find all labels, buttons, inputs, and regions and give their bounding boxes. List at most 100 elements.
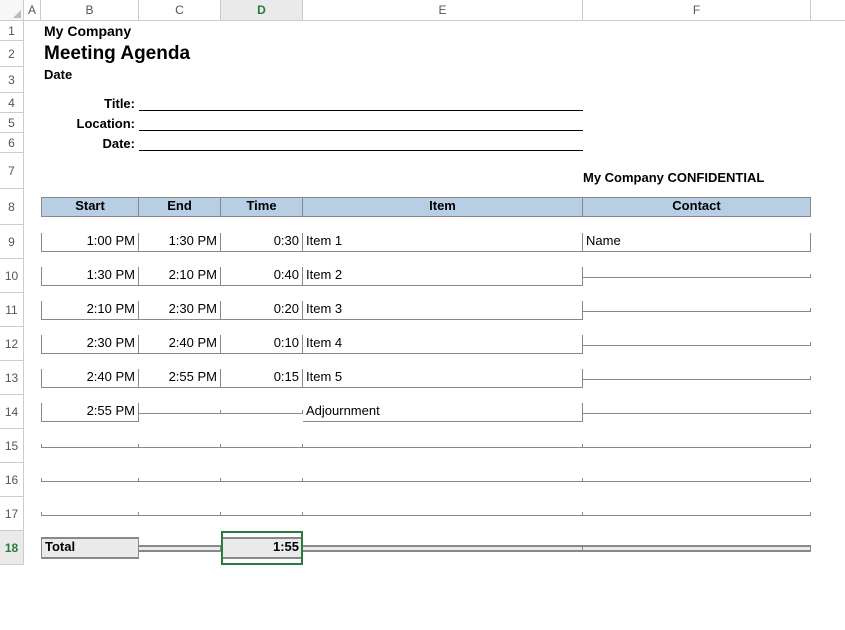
- row-4[interactable]: 4 Title:: [0, 93, 845, 113]
- row-header[interactable]: 6: [0, 133, 24, 153]
- cell-contact[interactable]: [583, 512, 811, 516]
- total-item-cell[interactable]: [303, 545, 583, 552]
- total-contact-cell[interactable]: [583, 545, 811, 552]
- cell-time[interactable]: 0:20: [221, 301, 303, 320]
- cell-end[interactable]: 2:55 PM: [139, 369, 221, 388]
- cell-contact[interactable]: [583, 478, 811, 482]
- col-header-B[interactable]: B: [41, 0, 139, 20]
- row-10[interactable]: 101:30 PM2:10 PM0:40Item 2: [0, 259, 845, 293]
- cell-time[interactable]: [221, 478, 303, 482]
- cell-item[interactable]: Item 5: [303, 369, 583, 388]
- row-header[interactable]: 16: [0, 463, 24, 497]
- cell-end[interactable]: 2:10 PM: [139, 267, 221, 286]
- cell-end[interactable]: 2:40 PM: [139, 335, 221, 354]
- col-header-F[interactable]: F: [583, 0, 811, 20]
- cell-time[interactable]: 0:15: [221, 369, 303, 388]
- cell-time[interactable]: 0:10: [221, 335, 303, 354]
- cell-contact[interactable]: [583, 376, 811, 380]
- row-header[interactable]: 7: [0, 153, 24, 189]
- row-1[interactable]: 1 My Company: [0, 21, 845, 41]
- row-18[interactable]: 18 Total 1:55: [0, 531, 845, 565]
- row-header[interactable]: 1: [0, 21, 24, 41]
- col-header-C[interactable]: C: [139, 0, 221, 20]
- cell-start[interactable]: [41, 512, 139, 516]
- row-header[interactable]: 5: [0, 113, 24, 133]
- row-header[interactable]: 3: [0, 67, 24, 93]
- col-header-D[interactable]: D: [221, 0, 303, 20]
- total-time-cell[interactable]: 1:55: [221, 537, 303, 559]
- row-header[interactable]: 9: [0, 225, 24, 259]
- cell-item[interactable]: Item 3: [303, 301, 583, 320]
- th-contact[interactable]: Contact: [583, 197, 811, 217]
- cell-end[interactable]: 1:30 PM: [139, 233, 221, 252]
- cell-contact[interactable]: [583, 274, 811, 278]
- row-header[interactable]: 17: [0, 497, 24, 531]
- field-line-title[interactable]: [139, 95, 583, 111]
- th-start[interactable]: Start: [41, 197, 139, 217]
- cell-time[interactable]: [221, 410, 303, 414]
- cell-start[interactable]: 2:30 PM: [41, 335, 139, 354]
- col-header-E[interactable]: E: [303, 0, 583, 20]
- total-label-cell[interactable]: Total: [41, 537, 139, 559]
- cell-item[interactable]: [303, 512, 583, 516]
- cell-contact[interactable]: [583, 444, 811, 448]
- row-header[interactable]: 12: [0, 327, 24, 361]
- cell-time[interactable]: 0:40: [221, 267, 303, 286]
- row-header[interactable]: 11: [0, 293, 24, 327]
- select-all-corner[interactable]: [0, 0, 24, 20]
- field-line-date[interactable]: [139, 135, 583, 151]
- cell-end[interactable]: [139, 512, 221, 516]
- row-3[interactable]: 3 Date: [0, 67, 845, 93]
- cell-start[interactable]: 1:00 PM: [41, 233, 139, 252]
- cell-start[interactable]: 1:30 PM: [41, 267, 139, 286]
- row-header[interactable]: 13: [0, 361, 24, 395]
- row-6[interactable]: 6 Date:: [0, 133, 845, 153]
- row-header[interactable]: 8: [0, 189, 24, 225]
- row-12[interactable]: 12 2:30 PM2:40 PM0:10Item 4: [0, 327, 845, 361]
- cell-item[interactable]: Adjournment: [303, 403, 583, 422]
- cell-contact[interactable]: [583, 410, 811, 414]
- row-5[interactable]: 5 Location:: [0, 113, 845, 133]
- row-header[interactable]: 18: [0, 531, 24, 565]
- cell-start[interactable]: 2:10 PM: [41, 301, 139, 320]
- cell-end[interactable]: [139, 478, 221, 482]
- field-line-location[interactable]: [139, 115, 583, 131]
- cell-contact[interactable]: [583, 308, 811, 312]
- th-time[interactable]: Time: [221, 197, 303, 217]
- cell-time[interactable]: [221, 444, 303, 448]
- row-header[interactable]: 10: [0, 259, 24, 293]
- cell-time[interactable]: [221, 512, 303, 516]
- row-header[interactable]: 2: [0, 41, 24, 67]
- cell-end[interactable]: [139, 444, 221, 448]
- col-header-A[interactable]: A: [24, 0, 41, 20]
- row-17[interactable]: 17: [0, 497, 845, 531]
- total-end-cell[interactable]: [139, 545, 221, 552]
- cell-item[interactable]: Item 1: [303, 233, 583, 252]
- row-7[interactable]: 7 My Company CONFIDENTIAL: [0, 153, 845, 189]
- cell-start[interactable]: 2:55 PM: [41, 403, 139, 422]
- cell-item[interactable]: [303, 444, 583, 448]
- cell-start[interactable]: 2:40 PM: [41, 369, 139, 388]
- row-13[interactable]: 13 2:40 PM2:55 PM0:15Item 5: [0, 361, 845, 395]
- cell-end[interactable]: 2:30 PM: [139, 301, 221, 320]
- cell-start[interactable]: [41, 478, 139, 482]
- row-2[interactable]: 2 Meeting Agenda: [0, 41, 845, 67]
- cell-end[interactable]: [139, 410, 221, 414]
- row-14[interactable]: 14 2:55 PM Adjournment: [0, 395, 845, 429]
- cell-time[interactable]: 0:30: [221, 233, 303, 252]
- row-header[interactable]: 15: [0, 429, 24, 463]
- row-header[interactable]: 14: [0, 395, 24, 429]
- row-8[interactable]: 8 Start End Time Item Contact: [0, 189, 845, 225]
- row-9[interactable]: 9 1:00 PM1:30 PM0:30Item 1Name: [0, 225, 845, 259]
- row-15[interactable]: 15: [0, 429, 845, 463]
- cell-contact[interactable]: [583, 342, 811, 346]
- row-11[interactable]: 11 2:10 PM2:30 PM0:20Item 3: [0, 293, 845, 327]
- cell-item[interactable]: [303, 478, 583, 482]
- row-header[interactable]: 4: [0, 93, 24, 113]
- row-16[interactable]: 16: [0, 463, 845, 497]
- th-item[interactable]: Item: [303, 197, 583, 217]
- cell-start[interactable]: [41, 444, 139, 448]
- cell-contact[interactable]: Name: [583, 233, 811, 252]
- th-end[interactable]: End: [139, 197, 221, 217]
- cell-item[interactable]: Item 4: [303, 335, 583, 354]
